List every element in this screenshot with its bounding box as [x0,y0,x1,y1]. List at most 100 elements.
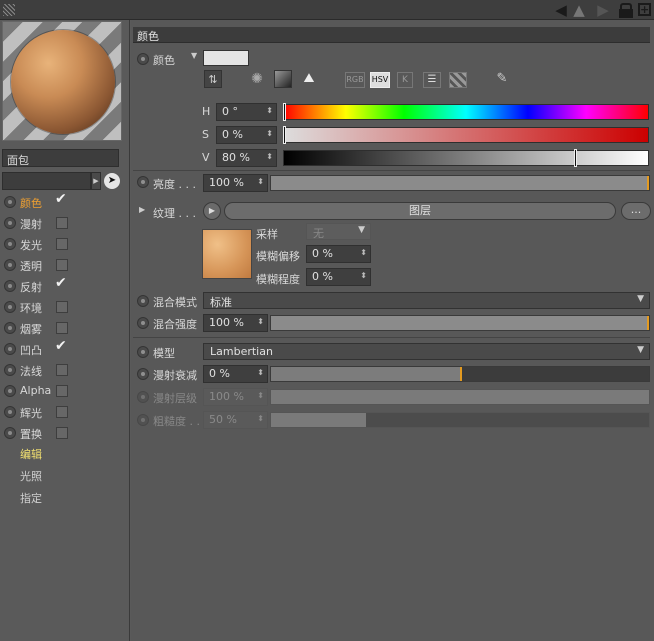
value-slider-handle[interactable] [573,149,577,167]
value-field[interactable]: 80 % ⬍ [216,149,277,167]
blur-scale-field[interactable]: 0 % ⬍ [306,268,371,286]
channel-label[interactable]: 置换 [20,426,42,442]
channel-label[interactable]: 颜色 [20,195,42,211]
channel-label[interactable]: 凹凸 [20,342,42,358]
saturation-slider[interactable] [283,127,649,143]
model-dropdown[interactable]: Lambertian ▼ [203,343,650,360]
blur-offset-field[interactable]: 0 % ⬍ [306,245,371,263]
back-arrow-icon[interactable]: ◀ [552,1,570,19]
channel-0[interactable]: 颜色 ✔ [0,191,130,212]
forward-arrow-icon[interactable]: ▶ [596,1,610,19]
mix-strength-keyframe-radio[interactable] [137,317,149,329]
channel-keyframe-radio[interactable] [4,238,16,250]
channel-9[interactable]: Alpha [0,381,130,401]
rgb-mode-button[interactable]: RGB [345,72,365,88]
channel-label[interactable]: 反射 [20,279,42,295]
value-slider[interactable] [283,150,649,166]
new-panel-icon[interactable]: + [638,3,651,16]
hue-slider-handle[interactable] [283,103,286,121]
channel-checkbox[interactable] [56,385,68,397]
texture-more-button[interactable]: ... [621,202,651,220]
hue-slider[interactable] [283,104,649,120]
brightness-spinner-icon[interactable]: ⬍ [257,177,264,186]
eyedropper-icon[interactable]: ✎ [493,70,511,88]
channel-checkbox[interactable] [56,217,68,229]
brightness-field[interactable]: 100 % ⬍ [203,174,268,192]
color-mixer-icon[interactable]: ☰ [423,72,441,88]
model-dropdown-arrow-icon[interactable]: ▼ [637,345,644,355]
channel-11[interactable]: 置换 [0,423,130,443]
sub-item-2[interactable]: 指定 [20,490,42,508]
channel-filter-field[interactable] [2,172,91,190]
channel-label[interactable]: 环境 [20,300,42,316]
mix-mode-dropdown-arrow-icon[interactable]: ▼ [637,294,644,304]
channel-checkbox[interactable] [56,427,68,439]
channel-keyframe-radio[interactable] [4,427,16,439]
channel-4[interactable]: 反射 ✔ [0,275,130,296]
channel-checkmark-icon[interactable]: ✔ [55,338,67,354]
sub-item-0[interactable]: 编辑 [20,446,42,464]
channel-8[interactable]: 法线 [0,360,130,380]
channel-checkmark-icon[interactable]: ✔ [55,275,67,291]
channel-checkmark-icon[interactable]: ✔ [55,191,67,207]
sampling-dropdown[interactable]: 无 ▼ [306,223,371,240]
brightness-keyframe-radio[interactable] [137,176,149,188]
blur-scale-spinner-icon[interactable]: ⬍ [360,271,367,280]
material-preview[interactable] [2,21,122,141]
mix-strength-slider[interactable] [270,315,650,331]
channel-keyframe-radio[interactable] [4,406,16,418]
mix-strength-spinner-icon[interactable]: ⬍ [257,317,264,326]
channel-10[interactable]: 辉光 [0,402,130,422]
color-wheel-icon[interactable]: ✺ [248,70,266,88]
color-swatch-dropdown-icon[interactable]: ▼ [191,51,197,60]
channel-checkbox[interactable] [56,406,68,418]
texture-thumbnail[interactable] [202,229,252,279]
saturation-field[interactable]: 0 % ⬍ [216,126,277,144]
channel-label[interactable]: 漫射 [20,216,42,232]
diffuse-falloff-field[interactable]: 0 % ⬍ [203,365,268,383]
hue-field[interactable]: 0 ° ⬍ [216,103,277,121]
channel-6[interactable]: 烟雾 [0,318,130,338]
brightness-slider-marker[interactable] [647,176,649,190]
channel-label[interactable]: Alpha [20,384,51,397]
channel-label[interactable]: 烟雾 [20,321,42,337]
channel-label[interactable]: 法线 [20,363,42,379]
channel-7[interactable]: 凹凸 ✔ [0,338,130,359]
hsv-mode-button[interactable]: HSV [370,72,390,88]
hue-spinner-icon[interactable]: ⬍ [266,106,273,115]
brightness-slider[interactable] [270,175,650,191]
mix-mode-keyframe-radio[interactable] [137,295,149,307]
channel-checkbox[interactable] [56,301,68,313]
value-spinner-icon[interactable]: ⬍ [266,152,273,161]
diffuse-falloff-slider[interactable] [270,366,650,382]
blur-offset-spinner-icon[interactable]: ⬍ [360,248,367,257]
color-swatch[interactable] [203,50,249,66]
saturation-spinner-icon[interactable]: ⬍ [266,129,273,138]
channel-label[interactable]: 透明 [20,258,42,274]
mix-strength-field[interactable]: 100 % ⬍ [203,314,268,332]
color-keyframe-radio[interactable] [137,53,149,65]
sampling-dropdown-arrow-icon[interactable]: ▼ [358,225,365,235]
filter-dropdown-arrow-icon[interactable]: ▶ [91,172,101,190]
mix-mode-dropdown[interactable]: 标准 ▼ [203,292,650,309]
channel-checkbox[interactable] [56,238,68,250]
channel-keyframe-radio[interactable] [4,196,16,208]
texture-expand-arrow-icon[interactable]: ▶ [139,205,145,214]
saturation-slider-handle[interactable] [283,126,286,144]
kelvin-mode-button[interactable]: K [397,72,413,88]
color-picker-mode-icon[interactable]: ⇅ [204,70,222,88]
texture-layer-button[interactable]: 图层 [224,202,616,220]
texture-menu-arrow-icon[interactable]: ▶ [203,202,221,220]
channel-keyframe-radio[interactable] [4,301,16,313]
mix-strength-slider-marker[interactable] [647,316,649,330]
gripper-icon[interactable] [3,4,15,16]
channel-keyframe-radio[interactable] [4,259,16,271]
channel-2[interactable]: 发光 [0,234,130,254]
image-picker-icon[interactable]: ⛰ [300,70,318,88]
spectrum-icon[interactable] [274,70,292,88]
diffuse-falloff-keyframe-radio[interactable] [137,368,149,380]
up-arrow-icon[interactable]: ▲ [572,1,586,19]
channel-label[interactable]: 发光 [20,237,42,253]
swatches-icon[interactable] [449,72,467,88]
diffuse-falloff-spinner-icon[interactable]: ⬍ [257,368,264,377]
